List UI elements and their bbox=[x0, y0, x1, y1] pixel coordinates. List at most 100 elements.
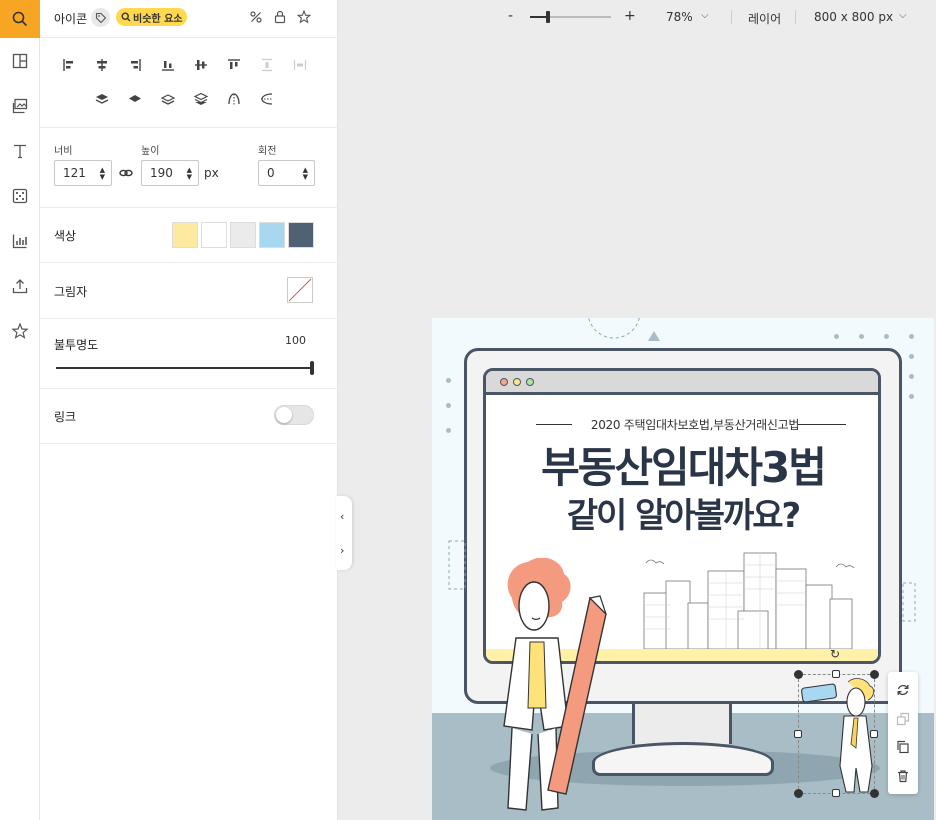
selection-box[interactable] bbox=[798, 674, 875, 794]
zoom-value-select[interactable]: 78% bbox=[666, 10, 693, 24]
similar-elements-button[interactable]: 비슷한 요소 bbox=[116, 8, 188, 26]
upload-icon bbox=[12, 279, 28, 294]
resize-handle-bottom[interactable] bbox=[832, 789, 840, 797]
align-bottom-button[interactable] bbox=[157, 54, 179, 76]
search-icon bbox=[121, 12, 131, 22]
distribute-horizontal-button[interactable] bbox=[289, 54, 311, 76]
align-section bbox=[40, 38, 338, 128]
replace-button[interactable] bbox=[893, 680, 913, 700]
resize-handle-top[interactable] bbox=[832, 670, 840, 678]
zoom-slider-track[interactable] bbox=[530, 16, 611, 18]
align-middle-button[interactable] bbox=[190, 54, 212, 76]
height-input[interactable]: 190 ▲ ▼ bbox=[141, 160, 199, 186]
rail-search-button[interactable] bbox=[0, 0, 40, 38]
flip-horizontal-icon bbox=[228, 93, 240, 105]
dashed-rect-decoration bbox=[448, 540, 466, 590]
resize-handle-top-right[interactable] bbox=[870, 670, 879, 679]
send-to-back-button[interactable] bbox=[190, 88, 212, 110]
shadow-none-swatch[interactable] bbox=[287, 277, 313, 303]
ungroup-button[interactable] bbox=[248, 9, 264, 25]
align-right-button[interactable] bbox=[124, 54, 146, 76]
chevron-left-icon[interactable]: ‹ bbox=[340, 510, 344, 523]
opacity-slider-thumb[interactable] bbox=[310, 361, 314, 375]
properties-panel: 아이콘 비슷한 요소 너비 121 ▲ ▼ 높이 190 ▲ ▼ px 회전 0… bbox=[40, 0, 338, 820]
bring-forward-button[interactable] bbox=[124, 88, 146, 110]
link-label: 링크 bbox=[54, 410, 77, 424]
zoom-in-button[interactable]: + bbox=[624, 8, 636, 24]
chevron-down-icon[interactable]: ⌵ bbox=[701, 10, 709, 21]
link-aspect-button[interactable] bbox=[119, 167, 133, 182]
flip-horizontal-button[interactable] bbox=[223, 88, 245, 110]
element-action-bar bbox=[888, 672, 918, 794]
window-dot-yellow bbox=[513, 378, 521, 386]
color-swatch[interactable] bbox=[201, 222, 227, 248]
chevron-down-icon[interactable]: ⌵ bbox=[899, 10, 907, 21]
rotation-input[interactable]: 0 ▲ ▼ bbox=[258, 160, 315, 186]
favorite-button[interactable] bbox=[296, 9, 312, 25]
height-value: 190 bbox=[150, 166, 173, 180]
text-icon bbox=[14, 144, 26, 159]
width-stepper-icon[interactable]: ▲ ▼ bbox=[100, 167, 105, 181]
distribute-vertical-button[interactable] bbox=[256, 54, 278, 76]
align-center-icon bbox=[97, 59, 107, 71]
rail-favorites-button[interactable] bbox=[0, 312, 40, 350]
no-color-icon bbox=[288, 278, 312, 302]
group-button[interactable] bbox=[893, 709, 913, 729]
align-left-icon bbox=[63, 59, 73, 71]
align-center-horizontal-button[interactable] bbox=[91, 54, 113, 76]
shadow-label: 그림자 bbox=[54, 285, 88, 299]
resize-handle-bottom-left[interactable] bbox=[794, 789, 803, 798]
bring-to-front-button[interactable] bbox=[91, 88, 113, 110]
link-toggle[interactable] bbox=[274, 405, 314, 425]
rail-elements-button[interactable] bbox=[0, 177, 40, 215]
canvas-size-select[interactable]: 800 x 800 px bbox=[814, 10, 893, 24]
refresh-icon bbox=[897, 684, 909, 696]
height-stepper-icon[interactable]: ▲ ▼ bbox=[187, 167, 192, 181]
delete-button[interactable] bbox=[893, 766, 913, 786]
color-swatch[interactable] bbox=[288, 222, 314, 248]
layers-down-icon bbox=[161, 94, 175, 105]
color-swatch[interactable] bbox=[230, 222, 256, 248]
resize-handle-top-left[interactable] bbox=[794, 670, 803, 679]
chevron-right-icon[interactable]: › bbox=[340, 544, 344, 557]
layers-back-icon bbox=[194, 92, 208, 105]
resize-handle-left[interactable] bbox=[794, 730, 802, 738]
rotate-handle-icon[interactable]: ↻ bbox=[830, 647, 840, 661]
size-unit-label: px bbox=[204, 166, 219, 180]
template-icon bbox=[12, 53, 28, 69]
tag-button[interactable] bbox=[91, 8, 110, 27]
poster-headline-line2[interactable]: 같이 알아볼까요? bbox=[492, 488, 874, 537]
zoom-slider-thumb[interactable] bbox=[546, 11, 550, 23]
toggle-knob bbox=[276, 407, 292, 423]
zoom-out-button[interactable]: - bbox=[508, 8, 513, 24]
duplicate-button[interactable] bbox=[893, 737, 913, 757]
rotation-value: 0 bbox=[267, 166, 275, 180]
poster-headline-line1[interactable]: 부동산임대차3법 bbox=[492, 434, 874, 495]
align-left-button[interactable] bbox=[58, 54, 80, 76]
layer-button[interactable]: 레이어 bbox=[748, 10, 781, 27]
width-input[interactable]: 121 ▲ ▼ bbox=[54, 160, 112, 186]
rail-text-button[interactable] bbox=[0, 132, 40, 170]
rotation-stepper-icon[interactable]: ▲ ▼ bbox=[303, 167, 308, 181]
opacity-slider-track[interactable] bbox=[56, 367, 314, 369]
rail-template-button[interactable] bbox=[0, 42, 40, 80]
rail-image-button[interactable] bbox=[0, 87, 40, 125]
dot-decoration bbox=[909, 374, 914, 379]
lock-button[interactable] bbox=[272, 9, 288, 25]
panel-collapse-tab: ‹ › bbox=[336, 496, 352, 570]
color-swatch[interactable] bbox=[259, 222, 285, 248]
align-top-button[interactable] bbox=[223, 54, 245, 76]
opacity-label: 불투명도 bbox=[54, 338, 99, 352]
resize-handle-bottom-right[interactable] bbox=[870, 789, 879, 798]
dot-decoration bbox=[446, 378, 451, 383]
topbar-divider bbox=[795, 10, 796, 24]
rail-chart-button[interactable] bbox=[0, 222, 40, 260]
color-swatch[interactable] bbox=[172, 222, 198, 248]
elements-icon bbox=[12, 188, 28, 204]
send-backward-button[interactable] bbox=[157, 88, 179, 110]
flip-vertical-button[interactable] bbox=[256, 88, 278, 110]
distribute-vertical-icon bbox=[262, 58, 272, 72]
person-with-pencil-illustration[interactable] bbox=[498, 558, 622, 820]
rail-upload-button[interactable] bbox=[0, 267, 40, 305]
resize-handle-right[interactable] bbox=[870, 730, 878, 738]
